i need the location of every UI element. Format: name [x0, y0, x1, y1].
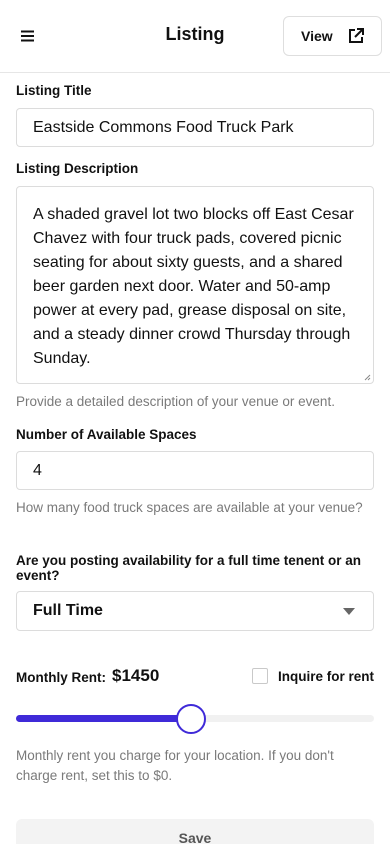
- rent-slider[interactable]: [16, 704, 374, 734]
- available-spaces-value: 4: [33, 461, 42, 479]
- view-button[interactable]: View: [283, 16, 382, 56]
- listing-title-input[interactable]: Eastside Commons Food Truck Park: [16, 108, 374, 147]
- listing-description-label: Listing Description: [16, 161, 139, 176]
- listing-description-help: Provide a detailed description of your v…: [16, 394, 335, 409]
- availability-type-value: Full Time: [33, 602, 103, 619]
- available-spaces-label: Number of Available Spaces: [16, 427, 197, 442]
- availability-type-select[interactable]: Full Time: [16, 591, 374, 631]
- rent-value: $1450: [112, 666, 160, 685]
- view-button-label: View: [301, 28, 333, 44]
- listing-title-value: Eastside Commons Food Truck Park: [33, 118, 294, 136]
- rent-label: Monthly Rent:: [16, 670, 106, 685]
- external-link-icon: [349, 28, 364, 43]
- top-bar: Listing View: [0, 0, 390, 73]
- listing-description-value: A shaded gravel lot two blocks off East …: [33, 206, 354, 367]
- inquire-checkbox[interactable]: [251, 668, 268, 684]
- listing-title-label: Listing Title: [16, 83, 92, 98]
- chevron-down-icon: [343, 608, 355, 615]
- rent-help: Monthly rent you charge for your locatio…: [16, 748, 334, 783]
- listing-description-textarea[interactable]: A shaded gravel lot two blocks off East …: [16, 186, 374, 384]
- inquire-for-rent-toggle[interactable]: Inquire for rent: [251, 668, 374, 684]
- rent-row: Monthly Rent: $1450 Inquire for rent: [16, 666, 374, 688]
- slider-track-fill: [16, 715, 192, 722]
- resize-handle-icon[interactable]: [364, 374, 371, 381]
- available-spaces-help: How many food truck spaces are available…: [16, 500, 363, 515]
- save-button[interactable]: Save: [16, 819, 374, 844]
- inquire-label: Inquire for rent: [277, 668, 374, 684]
- slider-thumb[interactable]: [176, 704, 207, 734]
- availability-type-label: Are you posting availability for a full …: [16, 553, 362, 583]
- available-spaces-input[interactable]: 4: [16, 451, 374, 490]
